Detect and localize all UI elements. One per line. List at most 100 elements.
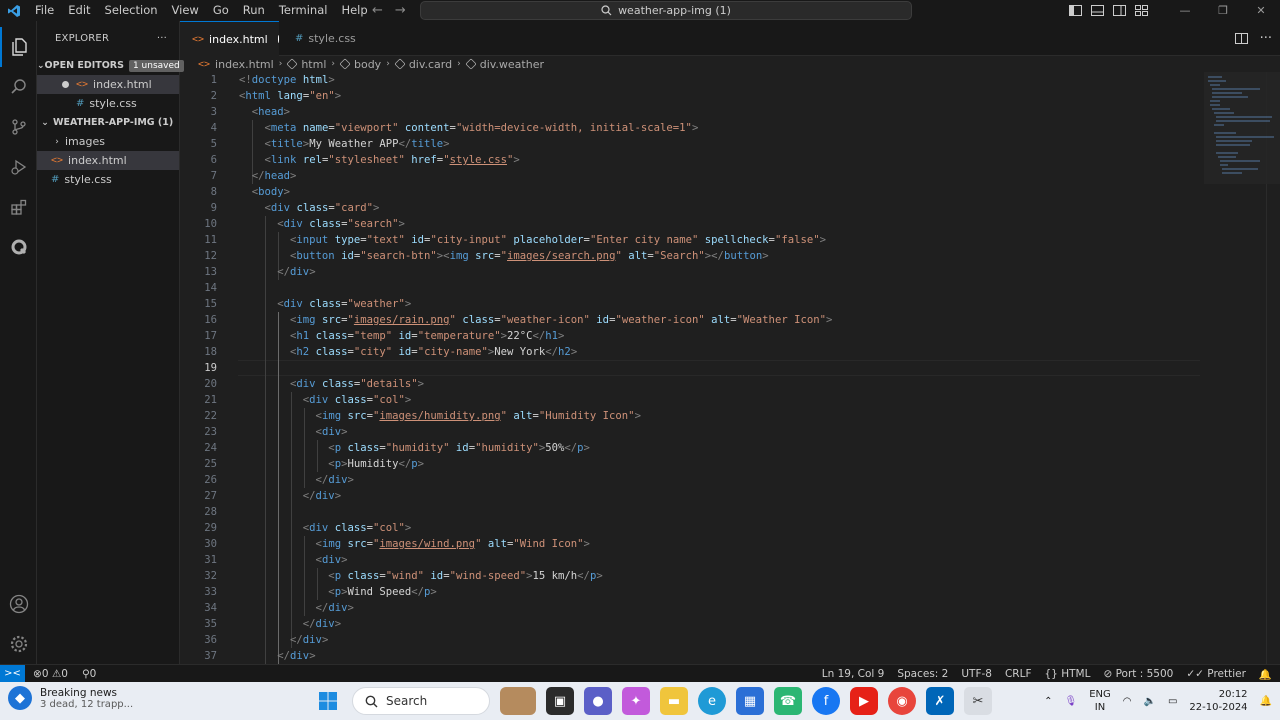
- menu-view[interactable]: View: [165, 0, 206, 21]
- toggle-secondary-sidebar-icon[interactable]: [1113, 5, 1126, 16]
- taskbar-search[interactable]: Search: [352, 687, 490, 715]
- clock[interactable]: 20:12 22-10-2024: [1189, 688, 1247, 714]
- line-number: 30: [204, 538, 217, 550]
- source-control-icon[interactable]: [0, 107, 37, 147]
- phone-link-icon[interactable]: ☎: [774, 687, 802, 715]
- open-editor-item-style-css[interactable]: # style.css: [37, 94, 179, 113]
- explorer-icon[interactable]: [0, 27, 37, 67]
- windows-start-icon[interactable]: [314, 687, 342, 715]
- extensions-icon[interactable]: [0, 187, 37, 227]
- menu-terminal[interactable]: Terminal: [272, 0, 335, 21]
- search-icon[interactable]: [0, 67, 37, 107]
- prettier-status[interactable]: ✓✓ Prettier: [1186, 668, 1246, 680]
- line-number: 15: [204, 298, 217, 310]
- end-of-line[interactable]: CRLF: [1005, 668, 1032, 680]
- open-editors-section[interactable]: ⌄ OPEN EDITORS 1 unsaved: [37, 56, 184, 75]
- live-server-port[interactable]: ⊘ Port : 5500: [1103, 668, 1173, 680]
- notifications-bell-icon[interactable]: 🔔: [1259, 668, 1272, 681]
- battery-icon[interactable]: ▭: [1168, 696, 1177, 707]
- breadcrumb-item[interactable]: index.html: [215, 58, 274, 71]
- minimap[interactable]: [1204, 72, 1280, 184]
- command-center[interactable]: weather-app-img (1): [420, 1, 912, 20]
- chevron-up-icon[interactable]: ⌃: [1044, 696, 1052, 707]
- command-center-label: weather-app-img (1): [618, 4, 731, 17]
- account-icon[interactable]: [0, 584, 37, 624]
- vscode-taskbar-icon[interactable]: ✗: [926, 687, 954, 715]
- line-number: 25: [204, 458, 217, 470]
- taskbar-search-label: Search: [386, 694, 428, 708]
- youtube-icon[interactable]: ▶: [850, 687, 878, 715]
- tree-item-index-html[interactable]: <> index.html: [37, 151, 179, 170]
- line-number: 14: [204, 282, 217, 294]
- line-number: 20: [204, 378, 217, 390]
- code-line: 1 <!doctype html>: [180, 72, 1280, 88]
- task-view-icon[interactable]: ▣: [546, 687, 574, 715]
- breadcrumb-item[interactable]: div.card: [409, 58, 452, 71]
- code-line: 11 <input type="text" id="city-input" pl…: [180, 232, 1280, 248]
- more-actions-icon[interactable]: ···: [1260, 31, 1272, 46]
- menu-selection[interactable]: Selection: [98, 0, 165, 21]
- menu-run[interactable]: Run: [236, 0, 272, 21]
- unsaved-dot-icon[interactable]: [62, 81, 69, 88]
- more-actions-icon[interactable]: ···: [157, 33, 167, 44]
- settings-gear-icon[interactable]: [0, 624, 37, 664]
- breadcrumb-item[interactable]: html: [301, 58, 326, 71]
- line-number: 8: [210, 186, 217, 198]
- activity-bar: [0, 21, 37, 664]
- extension-q-icon[interactable]: [0, 227, 37, 267]
- ports-indicator[interactable]: ⚲0: [82, 668, 96, 680]
- code-line: 35 </div>: [180, 616, 1280, 632]
- forward-arrow-icon[interactable]: →: [395, 3, 406, 18]
- news-widget[interactable]: ◆ Breaking news 3 dead, 12 trapp...: [8, 686, 133, 710]
- customize-layout-icon[interactable]: [1135, 5, 1148, 16]
- edge-browser-icon[interactable]: e: [698, 687, 726, 715]
- volume-icon[interactable]: 🔈: [1144, 696, 1156, 707]
- code-editor[interactable]: 1 <!doctype html> 2 <html lang="en"> 3 <he…: [180, 72, 1280, 664]
- html-file-icon: <>: [198, 58, 211, 70]
- breadcrumb-item[interactable]: body: [354, 58, 381, 71]
- tree-item-style-css[interactable]: # style.css: [37, 170, 179, 189]
- toggle-primary-sidebar-icon[interactable]: [1069, 5, 1082, 16]
- menu-edit[interactable]: Edit: [61, 0, 97, 21]
- chrome-icon[interactable]: ◉: [888, 687, 916, 715]
- open-editor-item-index-html[interactable]: <> index.html: [37, 75, 179, 94]
- microphone-icon[interactable]: 🎙: [1065, 696, 1078, 707]
- restore-icon[interactable]: ❐: [1204, 0, 1242, 21]
- line-number: 13: [204, 266, 217, 278]
- split-editor-icon[interactable]: [1234, 33, 1248, 44]
- wifi-icon[interactable]: ◠: [1123, 696, 1132, 707]
- search-highlight-icon[interactable]: [500, 687, 536, 715]
- file-explorer-icon[interactable]: ▬: [660, 687, 688, 715]
- tab-style-css[interactable]: # style.css: [279, 21, 365, 56]
- cursor-position[interactable]: Ln 19, Col 9: [822, 668, 885, 680]
- code-line: 15 <div class="weather">: [180, 296, 1280, 312]
- code-line: 27 </div>: [180, 488, 1280, 504]
- language-mode[interactable]: {} HTML: [1045, 668, 1091, 680]
- indentation[interactable]: Spaces: 2: [897, 668, 948, 680]
- menu-go[interactable]: Go: [206, 0, 236, 21]
- facebook-icon[interactable]: f: [812, 687, 840, 715]
- editor-tabs: <> index.html # style.css ···: [180, 21, 1280, 56]
- folder-section[interactable]: ⌄ WEATHER-APP-IMG (1): [37, 113, 179, 132]
- teams-chat-icon[interactable]: ●: [584, 687, 612, 715]
- problems-indicator[interactable]: ⊗0 ⚠0: [33, 668, 68, 680]
- encoding[interactable]: UTF-8: [961, 668, 992, 680]
- back-arrow-icon[interactable]: ←: [372, 3, 383, 18]
- status-bar: >< ⊗0 ⚠0 ⚲0 Ln 19, Col 9 Spaces: 2 UTF-8…: [0, 664, 1280, 683]
- tab-index-html[interactable]: <> index.html: [180, 21, 279, 56]
- notification-icon[interactable]: 🔔: [1260, 696, 1272, 707]
- snipping-tool-icon[interactable]: ✂: [964, 687, 992, 715]
- breadcrumb-item[interactable]: div.weather: [480, 58, 544, 71]
- run-debug-icon[interactable]: [0, 147, 37, 187]
- language-indicator[interactable]: ENG IN: [1089, 688, 1111, 714]
- toggle-panel-icon[interactable]: [1091, 5, 1104, 16]
- menu-file[interactable]: File: [28, 0, 61, 21]
- microsoft-store-icon[interactable]: ▦: [736, 687, 764, 715]
- close-icon[interactable]: ✕: [1242, 0, 1280, 21]
- tree-item-images[interactable]: › images: [37, 132, 179, 151]
- remote-indicator-icon[interactable]: ><: [0, 664, 25, 683]
- code-line: 37 </div>: [180, 648, 1280, 664]
- menu-help[interactable]: Help: [334, 0, 374, 21]
- copilot-icon[interactable]: ✦: [622, 687, 650, 715]
- minimize-icon[interactable]: —: [1166, 0, 1204, 21]
